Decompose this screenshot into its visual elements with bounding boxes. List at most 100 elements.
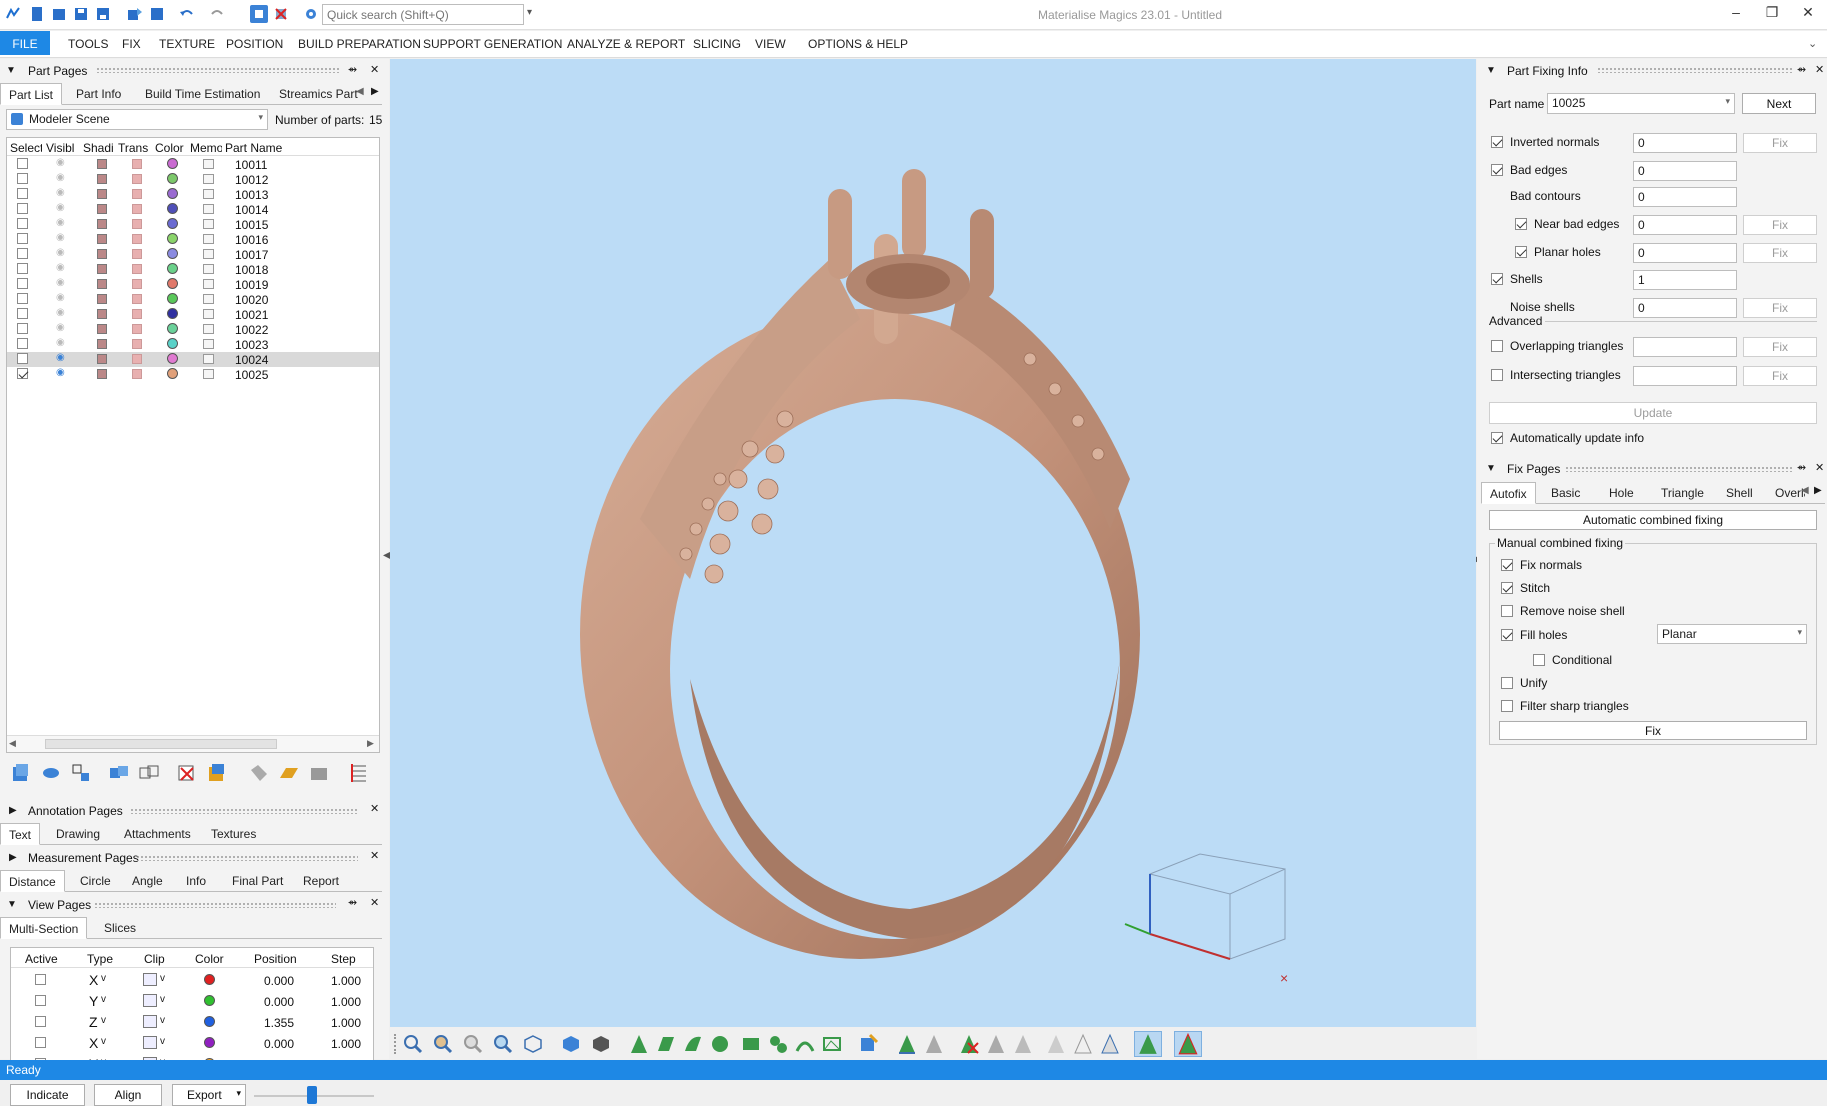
menu-view[interactable]: VIEW [755,37,786,51]
table-row[interactable]: ◉ 10024 [7,352,379,367]
tab-scroll-right-icon[interactable]: ▶ [1814,485,1822,496]
invert-marking-icon[interactable] [1099,1033,1121,1055]
scroll-right-icon[interactable]: ▶ [367,738,374,749]
transparency-icon[interactable] [132,219,142,229]
active-checkbox[interactable] [35,1037,46,1048]
minimize-button[interactable]: – [1721,4,1751,24]
pin-icon[interactable]: ⇴ [1797,63,1806,76]
eye-icon[interactable]: ◉ [56,322,65,333]
platform-icon[interactable] [308,762,330,784]
planar-holes-fix-button[interactable]: Fix [1743,243,1817,263]
menu-slicing[interactable]: SLICING [693,37,741,51]
zoom-fit-icon[interactable] [492,1033,514,1055]
toolbar-grip[interactable] [394,1034,396,1054]
delete-part-icon[interactable] [176,762,198,784]
step-slider-handle[interactable] [307,1086,317,1104]
mark-rectangle-icon[interactable] [740,1033,762,1055]
memo-icon[interactable] [203,294,214,304]
section-position[interactable]: 0.000 [264,1037,294,1051]
update-button[interactable]: Update [1489,402,1817,424]
save-icon[interactable] [72,5,90,23]
table-row[interactable]: ◉ 10016 [7,232,379,247]
filter-sharp-triangles-checkbox[interactable] [1501,700,1513,712]
3d-viewport[interactable]: × [390,59,1476,1027]
section-position[interactable]: 0.000 [264,974,294,988]
axis-orientation-cube[interactable]: × [1124,853,1288,986]
section-color-swatch[interactable] [204,974,215,985]
section-type[interactable]: Z [89,1014,98,1030]
eye-icon[interactable]: ◉ [56,307,65,318]
settings-gear-icon[interactable] [302,5,320,23]
tab-scroll-right-icon[interactable]: ▶ [371,86,379,97]
drag-handle[interactable] [96,67,340,73]
shading-icon[interactable] [97,309,107,319]
tab-multi-section[interactable]: Multi-Section [0,917,88,939]
tab-final-part[interactable]: Final Part [224,870,291,892]
tab-autofix[interactable]: Autofix [1481,482,1536,504]
memo-icon[interactable] [203,204,214,214]
select-checkbox[interactable] [17,233,28,244]
memo-icon[interactable] [203,234,214,244]
tab-shell[interactable]: Shell [1718,482,1761,504]
expand-marking-icon[interactable] [1045,1033,1067,1055]
close-panel-icon[interactable]: ✕ [1815,63,1824,76]
col-memo[interactable]: Memo [190,141,222,155]
overlapping-triangles-fix-button[interactable]: Fix [1743,337,1817,357]
menu-texture[interactable]: TEXTURE [159,37,215,51]
shading-icon[interactable] [97,264,107,274]
mark-polyline-icon[interactable] [821,1033,843,1055]
part-color-swatch[interactable] [167,233,178,244]
scroll-left-icon[interactable]: ◀ [9,738,16,749]
intersecting-triangles-checkbox[interactable] [1491,369,1503,381]
menu-analyze-report[interactable]: ANALYZE & REPORT [567,37,685,51]
col-shading[interactable]: Shadi [83,141,115,155]
select-checkbox[interactable] [17,173,28,184]
section-position[interactable]: 1.355 [264,1016,294,1030]
select-checkbox[interactable] [17,218,28,229]
horizontal-scrollbar[interactable]: ◀ ▶ [7,735,379,752]
auto-update-checkbox[interactable] [1491,432,1503,444]
section-color-swatch[interactable] [204,995,215,1006]
tab-drawing[interactable]: Drawing [48,823,108,845]
memo-icon[interactable] [203,324,214,334]
drag-handle[interactable] [1597,67,1793,73]
table-row[interactable]: ◉ 10018 [7,262,379,277]
menu-support-generation[interactable]: SUPPORT GENERATION [423,37,562,51]
conditional-checkbox[interactable] [1533,654,1545,666]
zoom-icon[interactable] [402,1033,424,1055]
fix-button[interactable]: Fix [1499,721,1807,740]
intersecting-triangles-fix-button[interactable]: Fix [1743,366,1817,386]
tab-part-list[interactable]: Part List [0,83,63,105]
drag-handle[interactable] [94,902,336,908]
select-checkbox[interactable] [17,323,28,334]
transparency-icon[interactable] [132,339,142,349]
part-color-swatch[interactable] [167,338,178,349]
near-bad-edges-fix-button[interactable]: Fix [1743,215,1817,235]
indicate-button[interactable]: Indicate [10,1084,85,1106]
part-color-swatch[interactable] [167,323,178,334]
stitch-checkbox[interactable] [1501,582,1513,594]
part-color-swatch[interactable] [167,203,178,214]
redo-icon[interactable] [208,5,226,23]
clip-icon[interactable] [143,973,157,986]
tab-textures[interactable]: Textures [203,823,264,845]
import-texture-icon[interactable] [206,762,228,784]
tab-build-time-estimation[interactable]: Build Time Estimation [137,83,268,105]
show-bad-edges-toggle[interactable] [1174,1031,1202,1057]
transparency-icon[interactable] [132,324,142,334]
eye-icon[interactable]: ◉ [56,352,65,363]
section-step[interactable]: 1.000 [331,974,361,988]
ribbon-collapse-icon[interactable]: ⌄ [1808,37,1817,50]
section-row[interactable]: Zv v 1.355 1.000 [11,1012,373,1032]
transparency-icon[interactable] [132,189,142,199]
shells-checkbox[interactable] [1491,273,1503,285]
transparency-icon[interactable] [132,369,142,379]
eye-icon[interactable]: ◉ [56,217,65,228]
chevron-down-icon[interactable]: v [101,994,106,1005]
export-button[interactable]: Export ▾ [172,1084,246,1106]
transparency-icon[interactable] [132,294,142,304]
overlapping-triangles-checkbox[interactable] [1491,340,1503,352]
menu-options-help[interactable]: OPTIONS & HELP [808,37,908,51]
tab-scroll-left-icon[interactable]: ◀ [1801,485,1809,496]
drag-handle[interactable] [1565,466,1793,472]
